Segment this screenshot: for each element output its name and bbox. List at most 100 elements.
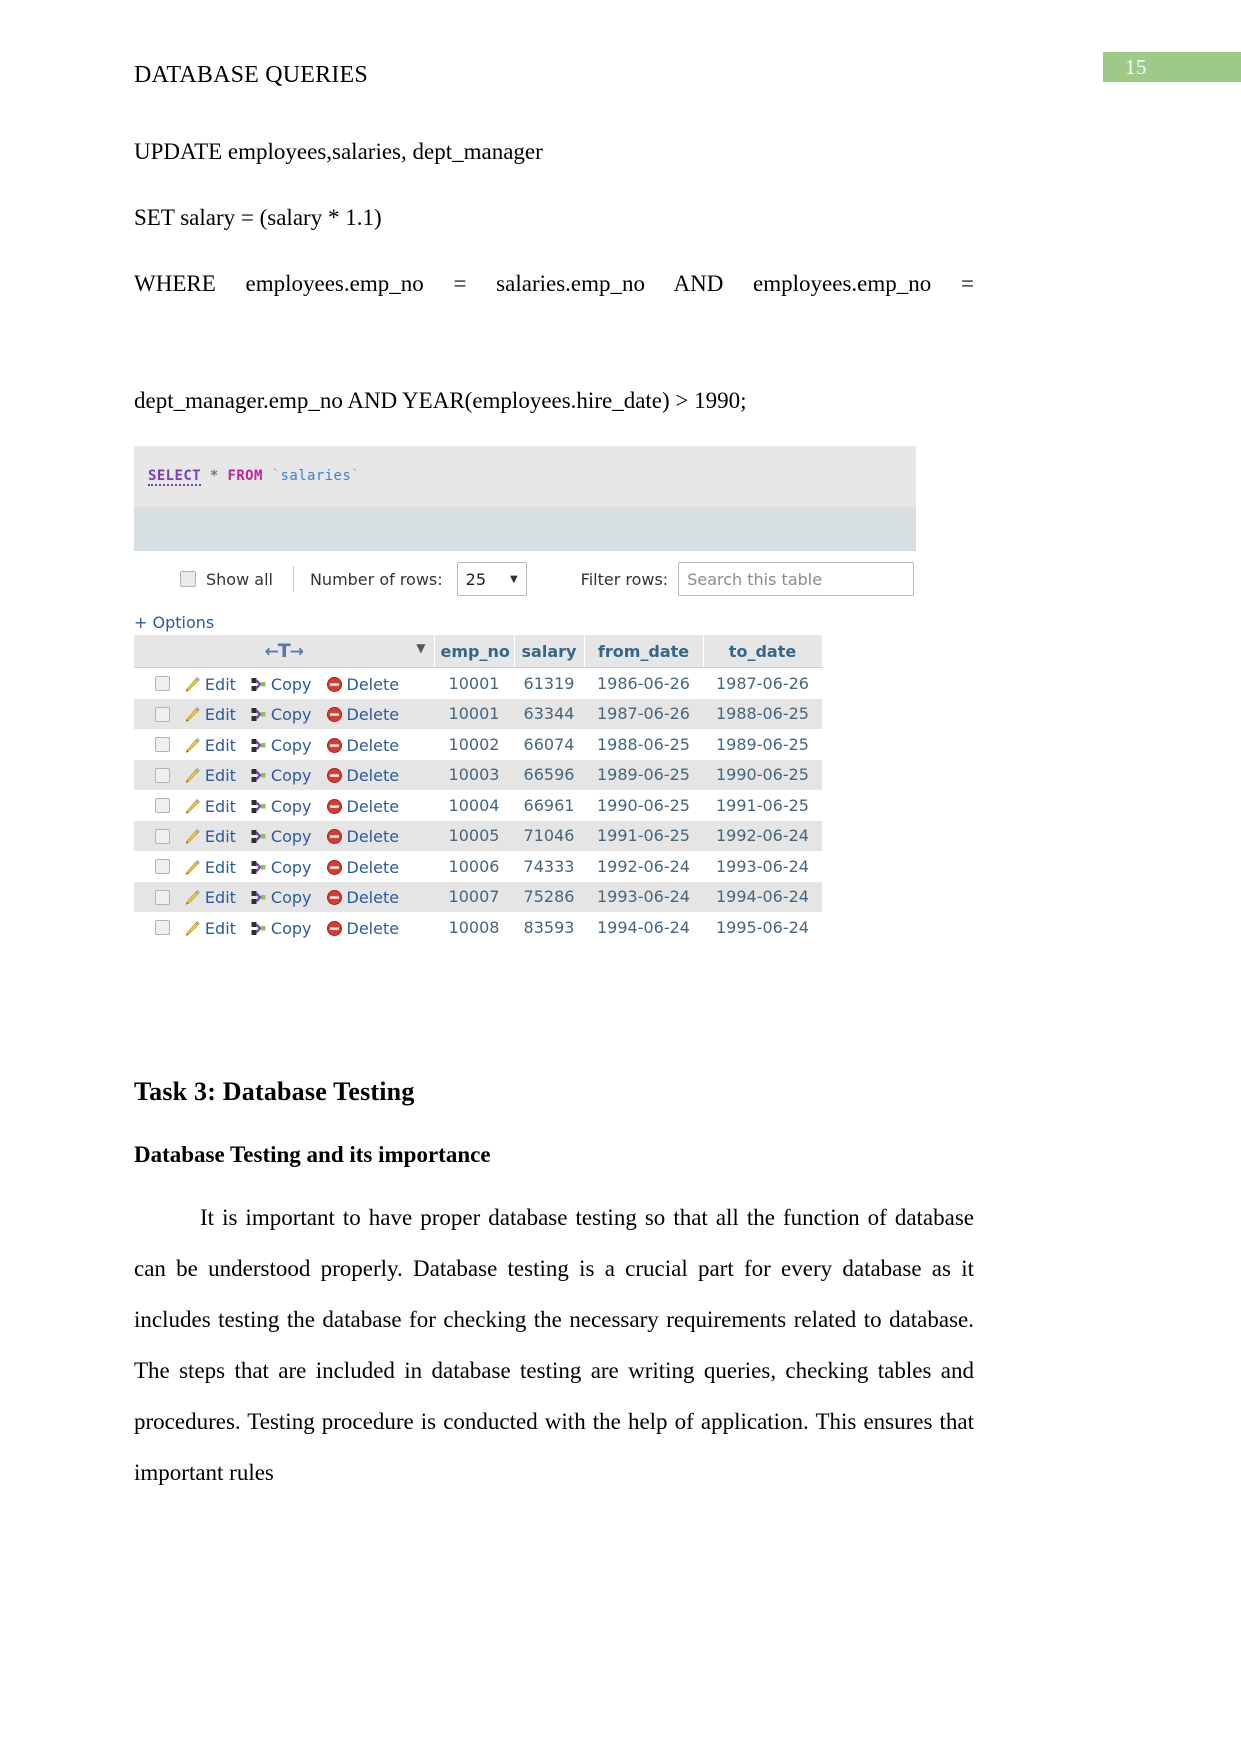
delete-icon [326,920,343,937]
table-row: Edit Copy Delete 10006 74333 1992-06-24 1993-0… [134,851,822,882]
cell-from-date: 1988-06-25 [584,729,703,760]
cell-emp-no: 10007 [434,881,514,912]
sql-editor-box[interactable]: SELECT * FROM `salaries` [134,446,916,508]
row-select-checkbox[interactable] [154,889,170,905]
cell-emp-no: 10006 [434,851,514,882]
copy-label: Copy [270,918,312,938]
delete-icon [326,737,343,754]
copy-button[interactable]: Copy [250,704,312,724]
delete-button[interactable]: Delete [326,674,400,694]
nav-left-arrow[interactable]: ← [265,642,279,662]
edit-label: Edit [204,918,236,938]
edit-label: Edit [204,827,236,846]
pencil-icon [184,676,201,693]
column-header-from-date[interactable]: from_date [584,635,704,668]
edit-button[interactable]: Edit [184,887,236,907]
show-all-checkbox[interactable] [180,571,196,587]
copy-button[interactable]: Copy [250,857,312,877]
delete-button[interactable]: Delete [326,704,399,724]
row-actions-cell: Edit Copy Delete [134,667,434,699]
cell-salary: 71046 [514,820,584,851]
row-select-checkbox[interactable] [154,676,170,691]
edit-button[interactable]: Edit [184,735,236,755]
cell-salary: 61319 [514,667,584,699]
number-of-rows-select[interactable]: 25 ▼ [456,562,527,596]
edit-button[interactable]: Edit [184,826,236,846]
filter-rows-placeholder: Search this table [687,569,823,589]
cell-to-date: 1987-06-26 [703,667,822,699]
row-select-checkbox[interactable] [154,920,170,935]
cell-from-date: 1986-06-26 [584,667,703,699]
copy-button[interactable]: Copy [250,796,312,816]
column-header-to-date[interactable]: to_date [703,635,823,668]
copy-button[interactable]: Copy [250,887,312,907]
table-nav-header[interactable]: ←T→ ▼ [134,635,435,668]
delete-icon [326,767,343,784]
copy-icon [250,828,267,845]
edit-label: Edit [204,888,236,907]
copy-icon [250,706,267,723]
delete-button[interactable]: Delete [326,796,399,816]
copy-icon [250,737,267,754]
copy-button[interactable]: Copy [250,735,312,755]
copy-icon [250,920,267,937]
controls-divider [292,566,294,592]
cell-to-date: 1989-06-25 [703,729,822,760]
cell-to-date: 1991-06-25 [703,790,822,821]
results-table: ←T→ ▼ emp_no salary from_date to_date Ed… [134,635,823,943]
delete-button[interactable]: Delete [326,887,399,907]
edit-label: Edit [204,766,236,785]
delete-icon [326,889,343,906]
nav-right-arrow[interactable]: → [290,642,304,662]
nav-arrows-icon[interactable]: ←T→ [265,640,304,662]
row-select-checkbox[interactable] [154,767,170,783]
cell-emp-no: 10001 [434,698,514,729]
copy-label: Copy [270,735,312,755]
row-select-checkbox[interactable] [154,859,170,874]
edit-button[interactable]: Edit [184,918,236,938]
delete-button[interactable]: Delete [326,826,399,846]
column-header-salary[interactable]: salary [514,635,585,668]
sort-caret-icon[interactable]: ▼ [416,641,425,655]
copy-button[interactable]: Copy [250,765,312,785]
row-select-checkbox[interactable] [154,706,170,722]
cell-emp-no: 10003 [434,759,514,790]
delete-icon [326,676,343,693]
edit-label: Edit [204,796,236,816]
pencil-icon [184,828,201,845]
cell-emp-no: 10008 [434,912,514,943]
copy-button[interactable]: Copy [250,826,312,846]
copy-button[interactable]: Copy [250,918,312,938]
options-toggle-link[interactable]: + Options [134,607,916,635]
delete-label: Delete [346,674,400,694]
show-all-label: Show all [206,569,273,589]
edit-button[interactable]: Edit [184,765,236,785]
edit-button[interactable]: Edit [184,796,236,816]
delete-button[interactable]: Delete [326,857,399,877]
query-line-update: UPDATE employees,salaries, dept_manager [134,139,543,164]
edit-button[interactable]: Edit [184,674,236,694]
delete-button[interactable]: Delete [326,735,399,755]
delete-label: Delete [346,918,400,938]
pencil-icon [184,706,201,723]
row-select-checkbox[interactable] [154,737,170,752]
edit-button[interactable]: Edit [184,857,236,877]
cell-emp-no: 10002 [434,729,514,760]
delete-button[interactable]: Delete [326,918,400,938]
pencil-icon [184,859,201,876]
edit-button[interactable]: Edit [184,704,236,724]
copy-button[interactable]: Copy [250,674,312,694]
cell-from-date: 1990-06-25 [584,790,703,821]
row-actions-cell: Edit Copy Delete [134,851,434,882]
sub-heading: Database Testing and its importance [134,1142,491,1167]
pencil-icon [184,920,201,937]
copy-icon [250,767,267,784]
nav-t-glyph[interactable]: T [278,640,291,662]
copy-label: Copy [270,827,312,846]
row-select-checkbox[interactable] [154,828,170,844]
column-header-emp-no[interactable]: emp_no [434,635,515,668]
filter-rows-input[interactable]: Search this table [678,562,915,596]
sql-keyword-from: FROM [227,468,263,484]
delete-button[interactable]: Delete [326,765,399,785]
row-select-checkbox[interactable] [154,798,170,813]
